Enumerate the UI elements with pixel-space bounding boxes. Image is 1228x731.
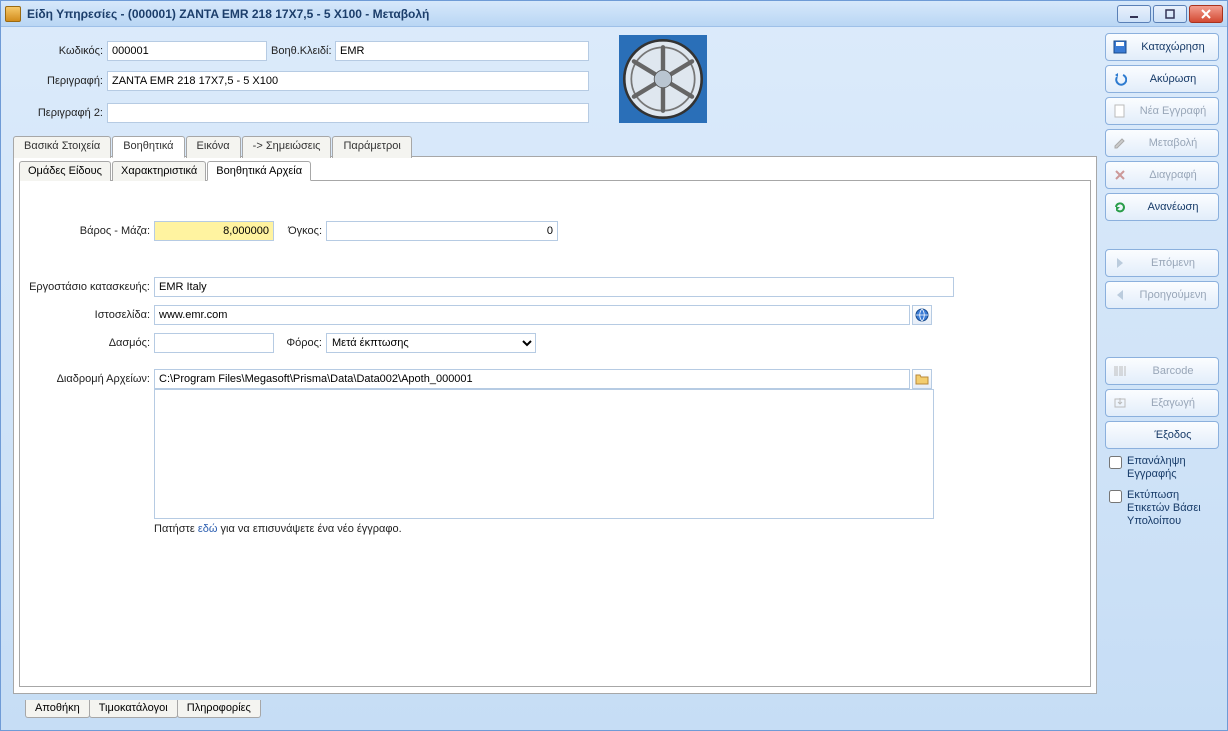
maximize-icon <box>1164 9 1176 19</box>
auxkey-input[interactable] <box>335 41 589 61</box>
new-button[interactable]: Νέα Εγγραφή <box>1105 97 1219 125</box>
desc2-label: Περιγραφή 2: <box>11 107 103 119</box>
main-content: Κωδικός: Βοηθ.Κλειδί: Περιγραφή: Περιγρα… <box>11 31 1099 720</box>
undo-icon <box>1112 71 1128 87</box>
globe-icon <box>915 308 929 322</box>
aux-form: Βάρος - Μάζα: Όγκος: Εργοστάσιο κατασκευ… <box>20 181 1090 686</box>
maximize-button[interactable] <box>1153 5 1187 23</box>
desc-input[interactable] <box>107 71 589 91</box>
minimize-icon <box>1128 9 1140 19</box>
exit-button[interactable]: Έξοδος <box>1105 421 1219 449</box>
tariff-label: Δασμός: <box>80 337 150 349</box>
weight-input[interactable] <box>154 221 274 241</box>
filepath-browse-button[interactable] <box>912 369 932 389</box>
website-label: Ιστοσελίδα: <box>60 309 150 321</box>
factory-label: Εργοστάσιο κατασκευής: <box>20 281 150 293</box>
sub-tabs: Ομάδες Είδους Χαρακτηριστικά Βοηθητικά Α… <box>19 161 312 181</box>
website-input[interactable] <box>154 305 910 325</box>
refresh-icon <box>1112 199 1128 215</box>
print-labels-check[interactable]: Εκτύπωση Ετικετών Βάσει Υπολοίπου <box>1105 487 1219 530</box>
minimize-button[interactable] <box>1117 5 1151 23</box>
filepath-label: Διαδρομή Αρχείων: <box>40 373 150 385</box>
app-icon <box>5 6 21 22</box>
prev-button[interactable]: Προηγούμενη <box>1105 281 1219 309</box>
attach-here-link[interactable]: εδώ <box>198 523 218 535</box>
tab-panel: Ομάδες Είδους Χαρακτηριστικά Βοηθητικά Α… <box>13 156 1097 694</box>
auxkey-label: Βοηθ.Κλειδί: <box>271 45 331 57</box>
product-image <box>613 33 713 125</box>
repeat-record-check[interactable]: Επανάληψη Εγγραφής <box>1105 453 1219 483</box>
desc2-input[interactable] <box>107 103 589 123</box>
barcode-icon <box>1112 363 1128 379</box>
save-icon <box>1112 39 1128 55</box>
tariff-input[interactable] <box>154 333 274 353</box>
attachments-hint: Πατήστε εδώ για να επισυνάψετε ένα νέο έ… <box>154 523 402 535</box>
close-icon <box>1200 9 1212 19</box>
delete-icon <box>1112 167 1128 183</box>
tab-params[interactable]: Παράμετροι <box>332 136 411 158</box>
edit-button[interactable]: Μεταβολή <box>1105 129 1219 157</box>
tax-label: Φόρος: <box>282 337 322 349</box>
desc-label: Περιγραφή: <box>11 75 103 87</box>
arrow-left-icon <box>1112 287 1128 303</box>
btab-info[interactable]: Πληροφορίες <box>177 700 261 718</box>
titlebar: Είδη Υπηρεσίες - (000001) ZANTA EMR 218 … <box>1 1 1227 27</box>
factory-input[interactable] <box>154 277 954 297</box>
subtab-attrs[interactable]: Χαρακτηριστικά <box>112 161 206 181</box>
refresh-button[interactable]: Ανανέωση <box>1105 193 1219 221</box>
header-fields: Κωδικός: Βοηθ.Κλειδί: Περιγραφή: Περιγρα… <box>11 31 1099 131</box>
bottom-tabs: Αποθήκη Τιμοκατάλογοι Πληροφορίες <box>25 700 260 718</box>
subtab-auxfiles[interactable]: Βοηθητικά Αρχεία <box>207 161 311 181</box>
main-tabs: Βασικά Στοιχεία Βοηθητικά Εικόνα -> Σημε… <box>13 135 1097 157</box>
website-browse-button[interactable] <box>912 305 932 325</box>
code-label: Κωδικός: <box>11 45 103 57</box>
close-button[interactable] <box>1189 5 1223 23</box>
tab-image[interactable]: Εικόνα <box>186 136 241 158</box>
export-icon <box>1112 395 1128 411</box>
filepath-input[interactable] <box>154 369 910 389</box>
tax-select[interactable]: Μετά έκπτωσης <box>326 333 536 353</box>
tab-basic[interactable]: Βασικά Στοιχεία <box>13 136 111 158</box>
exit-icon <box>1112 427 1128 443</box>
btab-pricelists[interactable]: Τιμοκατάλογοι <box>89 700 178 718</box>
wheel-icon <box>619 35 707 123</box>
btab-warehouse[interactable]: Αποθήκη <box>25 700 90 718</box>
window-title: Είδη Υπηρεσίες - (000001) ZANTA EMR 218 … <box>27 7 1117 21</box>
app-window: Είδη Υπηρεσίες - (000001) ZANTA EMR 218 … <box>0 0 1228 731</box>
weight-label: Βάρος - Μάζα: <box>40 225 150 237</box>
barcode-button[interactable]: Barcode <box>1105 357 1219 385</box>
repeat-record-checkbox[interactable] <box>1109 456 1122 469</box>
next-button[interactable]: Επόμενη <box>1105 249 1219 277</box>
arrow-right-icon <box>1112 255 1128 271</box>
code-input[interactable] <box>107 41 267 61</box>
sub-panel: Βάρος - Μάζα: Όγκος: Εργοστάσιο κατασκευ… <box>19 180 1091 687</box>
volume-label: Όγκος: <box>282 225 322 237</box>
delete-button[interactable]: Διαγραφή <box>1105 161 1219 189</box>
print-labels-checkbox[interactable] <box>1109 490 1122 503</box>
attachments-box[interactable] <box>154 389 934 519</box>
tab-aux[interactable]: Βοηθητικά <box>112 136 184 158</box>
subtab-groups[interactable]: Ομάδες Είδους <box>19 161 111 181</box>
cancel-button[interactable]: Ακύρωση <box>1105 65 1219 93</box>
tab-notes[interactable]: -> Σημειώσεις <box>242 136 332 158</box>
side-panel: Καταχώρηση Ακύρωση Νέα Εγγραφή Μεταβολή … <box>1105 33 1219 530</box>
edit-icon <box>1112 135 1128 151</box>
volume-input[interactable] <box>326 221 558 241</box>
export-button[interactable]: Εξαγωγή <box>1105 389 1219 417</box>
folder-icon <box>915 372 929 386</box>
new-icon <box>1112 103 1128 119</box>
save-button[interactable]: Καταχώρηση <box>1105 33 1219 61</box>
